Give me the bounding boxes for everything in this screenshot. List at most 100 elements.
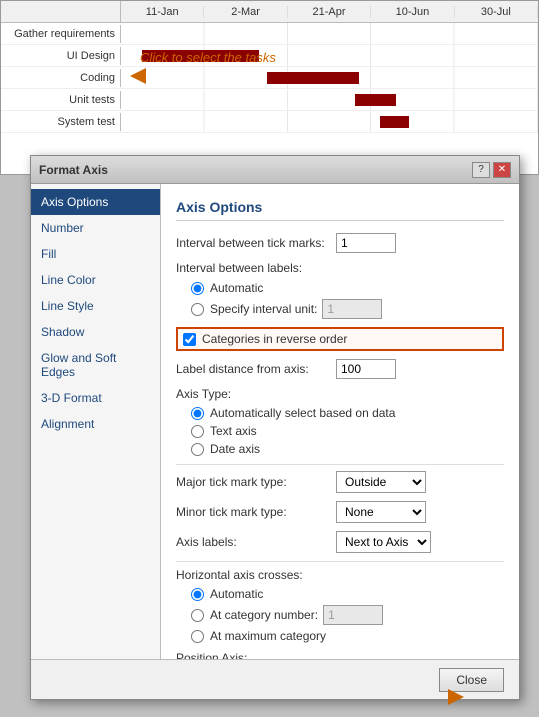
- sidebar-item-fill[interactable]: Fill: [31, 241, 160, 267]
- main-panel: Axis Options Interval between tick marks…: [161, 184, 519, 699]
- sidebar-item-alignment[interactable]: Alignment: [31, 411, 160, 437]
- gantt-date-1: 11-Jan: [121, 6, 204, 18]
- gantt-bar-area-1: [121, 23, 538, 44]
- horiz-category-label: At category number:: [210, 608, 318, 622]
- table-row: System test: [1, 111, 538, 133]
- axis-type-text-radio[interactable]: [191, 425, 204, 438]
- gantt-body: Gather requirements UI Design Coding Uni…: [1, 23, 538, 133]
- help-button[interactable]: ?: [472, 162, 490, 178]
- sidebar-item-line-style[interactable]: Line Style: [31, 293, 160, 319]
- horiz-category-radio[interactable]: [191, 609, 204, 622]
- dialog-sidebar: Axis Options Number Fill Line Color Line…: [31, 184, 161, 699]
- horiz-axis-crosses-label: Horizontal axis crosses:: [176, 568, 504, 582]
- specify-interval-radio[interactable]: [191, 303, 204, 316]
- task-label-2: UI Design: [1, 47, 121, 65]
- categories-reverse-checkbox[interactable]: [183, 333, 196, 346]
- interval-labels-label: Interval between labels:: [176, 261, 504, 275]
- label-distance-label: Label distance from axis:: [176, 362, 336, 376]
- axis-type-group: Automatically select based on data Text …: [176, 406, 504, 456]
- gantt-date-5: 30-Jul: [455, 6, 538, 18]
- horiz-auto-label: Automatic: [210, 587, 263, 601]
- sidebar-item-axis-options[interactable]: Axis Options: [31, 189, 160, 215]
- interval-labels-group: Automatic Specify interval unit:: [176, 281, 504, 319]
- axis-type-label: Axis Type:: [176, 387, 504, 401]
- major-tick-label: Major tick mark type:: [176, 475, 336, 489]
- dialog-controls: ? ✕: [472, 162, 511, 178]
- axis-type-text-row: Text axis: [191, 424, 504, 438]
- task-label-3: Coding: [1, 69, 121, 87]
- categories-reverse-label: Categories in reverse order: [202, 332, 347, 346]
- minor-tick-row: Minor tick mark type: None Outside Insid…: [176, 501, 504, 523]
- close-button[interactable]: Close: [439, 668, 504, 692]
- gantt-chart: 11-Jan 2-Mar 21-Apr 10-Jun 30-Jul Gather…: [0, 0, 539, 175]
- gantt-dates: 11-Jan 2-Mar 21-Apr 10-Jun 30-Jul: [121, 1, 538, 22]
- horiz-category-input[interactable]: [323, 605, 383, 625]
- horiz-auto-row: Automatic: [191, 587, 504, 601]
- click-arrow-icon: [130, 68, 146, 84]
- sidebar-item-3d-format[interactable]: 3-D Format: [31, 385, 160, 411]
- automatic-radio[interactable]: [191, 282, 204, 295]
- axis-type-date-row: Date axis: [191, 442, 504, 456]
- label-distance-row: Label distance from axis:: [176, 359, 504, 379]
- specify-interval-radio-row: Specify interval unit:: [191, 299, 504, 319]
- gantt-bar-area-3: [121, 67, 538, 88]
- task-label-5: System test: [1, 113, 121, 131]
- gantt-bar-5: [380, 116, 409, 128]
- close-arrow-icon: [448, 689, 464, 705]
- categories-reverse-row: Categories in reverse order: [176, 327, 504, 351]
- axis-type-auto-row: Automatically select based on data: [191, 406, 504, 420]
- automatic-radio-row: Automatic: [191, 281, 504, 295]
- minor-tick-label: Minor tick mark type:: [176, 505, 336, 519]
- axis-type-auto-label: Automatically select based on data: [210, 406, 395, 420]
- label-distance-input[interactable]: [336, 359, 396, 379]
- click-instruction: Click to select the tasks: [140, 50, 276, 65]
- gantt-task-header: [1, 1, 121, 22]
- horiz-max-label: At maximum category: [210, 629, 326, 643]
- specify-interval-input[interactable]: [322, 299, 382, 319]
- table-row: Gather requirements: [1, 23, 538, 45]
- tick-marks-label: Interval between tick marks:: [176, 236, 336, 250]
- gantt-header: 11-Jan 2-Mar 21-Apr 10-Jun 30-Jul: [1, 1, 538, 23]
- table-row: Coding: [1, 67, 538, 89]
- sidebar-item-glow-soft-edges[interactable]: Glow and Soft Edges: [31, 345, 160, 385]
- axis-type-date-radio[interactable]: [191, 443, 204, 456]
- minor-tick-select[interactable]: None Outside Inside Cross: [336, 501, 426, 523]
- gantt-date-2: 2-Mar: [204, 6, 287, 18]
- horiz-auto-radio[interactable]: [191, 588, 204, 601]
- tick-marks-row: Interval between tick marks:: [176, 233, 504, 253]
- tick-marks-input[interactable]: [336, 233, 396, 253]
- gantt-bar-3: [267, 72, 359, 84]
- axis-type-text-label: Text axis: [210, 424, 257, 438]
- gantt-bar-4: [355, 94, 397, 106]
- gantt-bar-area-4: [121, 89, 538, 110]
- dialog-close-button[interactable]: ✕: [493, 162, 511, 178]
- format-axis-dialog: Format Axis ? ✕ Axis Options Number Fill…: [30, 155, 520, 700]
- separator-2: [176, 561, 504, 562]
- sidebar-item-number[interactable]: Number: [31, 215, 160, 241]
- horiz-category-row: At category number:: [191, 605, 504, 625]
- dialog-title: Format Axis: [39, 163, 108, 177]
- axis-labels-label: Axis labels:: [176, 535, 336, 549]
- axis-labels-row: Axis labels: Next to Axis High Low None: [176, 531, 504, 553]
- separator-1: [176, 464, 504, 465]
- dialog-titlebar: Format Axis ? ✕: [31, 156, 519, 184]
- specify-interval-label: Specify interval unit:: [210, 302, 317, 316]
- dialog-content: Axis Options Number Fill Line Color Line…: [31, 184, 519, 699]
- sidebar-item-line-color[interactable]: Line Color: [31, 267, 160, 293]
- panel-title: Axis Options: [176, 199, 504, 221]
- sidebar-item-shadow[interactable]: Shadow: [31, 319, 160, 345]
- gantt-bar-area-5: [121, 111, 538, 132]
- dialog-footer: Close: [31, 659, 519, 699]
- gantt-date-4: 10-Jun: [371, 6, 454, 18]
- axis-labels-select[interactable]: Next to Axis High Low None: [336, 531, 431, 553]
- axis-type-auto-radio[interactable]: [191, 407, 204, 420]
- major-tick-select[interactable]: Outside Inside Cross None: [336, 471, 426, 493]
- gantt-date-3: 21-Apr: [288, 6, 371, 18]
- horiz-max-row: At maximum category: [191, 629, 504, 643]
- axis-type-date-label: Date axis: [210, 442, 260, 456]
- horiz-max-radio[interactable]: [191, 630, 204, 643]
- task-label-4: Unit tests: [1, 91, 121, 109]
- horiz-crosses-group: Automatic At category number: At maximum…: [176, 587, 504, 643]
- automatic-radio-label: Automatic: [210, 281, 263, 295]
- major-tick-row: Major tick mark type: Outside Inside Cro…: [176, 471, 504, 493]
